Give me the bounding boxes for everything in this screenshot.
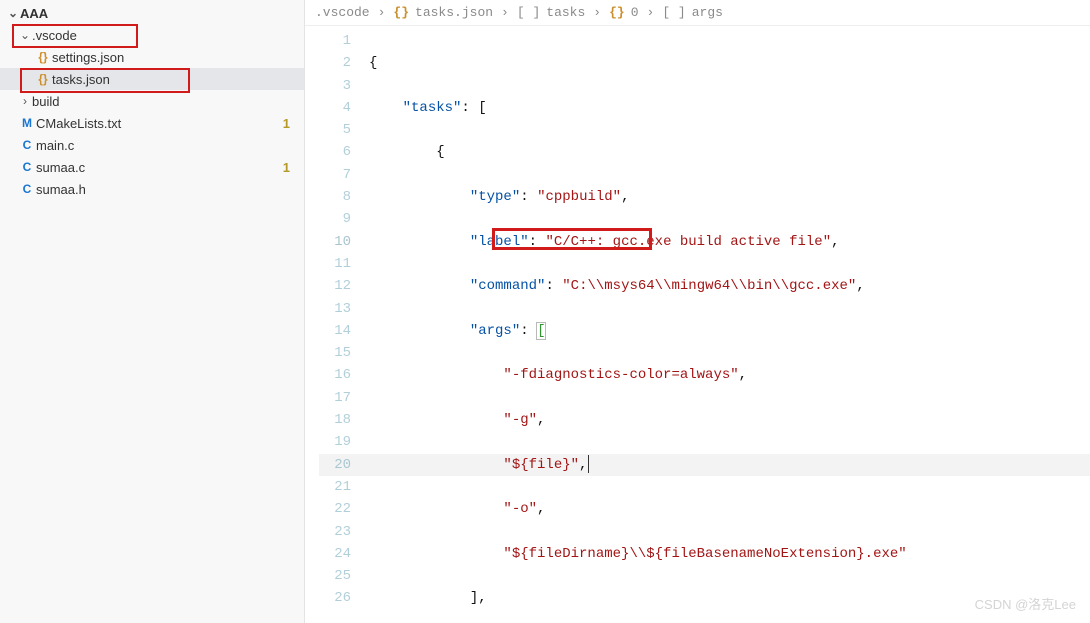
- problem-badge: 1: [283, 160, 290, 175]
- code-token: :: [520, 323, 537, 339]
- code-token: [: [537, 323, 545, 339]
- breadcrumb-item[interactable]: .vscode: [315, 5, 370, 20]
- chevron-right-icon: ›: [18, 94, 32, 108]
- tree-file-sumaa-h[interactable]: C sumaa.h: [0, 178, 304, 200]
- folder-label: .vscode: [32, 28, 77, 43]
- watermark: CSDN @洛克Lee: [975, 594, 1076, 613]
- c-file-icon: C: [18, 182, 36, 196]
- chevron-right-icon: [376, 5, 388, 20]
- array-icon: [ ]: [662, 5, 685, 20]
- code-token: "-fdiagnostics-color=always": [503, 367, 738, 383]
- code-token: ,: [739, 367, 747, 383]
- code-token: :: [520, 189, 537, 205]
- chevron-down-icon: ⌄: [18, 28, 32, 42]
- tree-file-tasks-json[interactable]: {} tasks.json: [0, 68, 304, 90]
- json-icon: {}: [34, 72, 52, 86]
- folder-name: AAA: [20, 6, 48, 21]
- code-token: "tasks": [403, 100, 462, 116]
- code-token: "-g": [503, 412, 537, 428]
- line-number-gutter: 1234 5678 91011 12131415 16171819 202122…: [305, 26, 369, 623]
- explorer-sidebar: ⌄ AAA ⌄ .vscode {} settings.json {} task…: [0, 0, 305, 623]
- code-token: "command": [470, 278, 546, 294]
- json-icon: {}: [393, 5, 409, 20]
- code-token: "${file}": [503, 457, 579, 473]
- code-token: ,: [537, 501, 545, 517]
- file-label: CMakeLists.txt: [36, 116, 121, 131]
- file-label: main.c: [36, 138, 74, 153]
- breadcrumb-item[interactable]: 0: [631, 5, 639, 20]
- tree-file-settings-json[interactable]: {} settings.json: [0, 46, 304, 68]
- code-token: "${fileDirname}\\${fileBasenameNoExtensi…: [503, 546, 906, 562]
- code-token: :: [545, 278, 562, 294]
- tree-file-main-c[interactable]: C main.c: [0, 134, 304, 156]
- problem-badge: 1: [283, 116, 290, 131]
- code-token: ,: [621, 189, 629, 205]
- code-content[interactable]: { "tasks": [ { "type": "cppbuild", "labe…: [369, 26, 1090, 623]
- breadcrumb-item[interactable]: args: [692, 5, 723, 20]
- folder-label: build: [32, 94, 59, 109]
- json-icon: {}: [34, 50, 52, 64]
- chevron-right-icon: [591, 5, 603, 20]
- code-token: "-o": [503, 501, 537, 517]
- code-token: "type": [470, 189, 520, 205]
- json-icon: {}: [609, 5, 625, 20]
- code-token: "cppbuild": [537, 189, 621, 205]
- code-token: {: [436, 144, 444, 160]
- code-token: ],: [470, 590, 487, 606]
- tree-folder-build[interactable]: › build: [0, 90, 304, 112]
- code-token: :: [529, 234, 546, 250]
- c-file-icon: C: [18, 160, 36, 174]
- code-token: "C/C++: gcc.exe build active file": [545, 234, 831, 250]
- chevron-down-icon: ⌄: [6, 6, 20, 20]
- editor-pane: .vscode {} tasks.json [ ] tasks {} 0 [ ]…: [305, 0, 1090, 623]
- chevron-right-icon: [645, 5, 657, 20]
- code-token: "label": [470, 234, 529, 250]
- file-label: settings.json: [52, 50, 124, 65]
- explorer-root[interactable]: ⌄ AAA: [0, 2, 304, 24]
- code-token: "C:\\msys64\\mingw64\\bin\\gcc.exe": [562, 278, 856, 294]
- code-area[interactable]: 1234 5678 91011 12131415 16171819 202122…: [305, 26, 1090, 623]
- tree-file-cmakelists[interactable]: M CMakeLists.txt 1: [0, 112, 304, 134]
- file-label: sumaa.h: [36, 182, 86, 197]
- chevron-right-icon: [499, 5, 511, 20]
- file-label: sumaa.c: [36, 160, 85, 175]
- breadcrumb[interactable]: .vscode {} tasks.json [ ] tasks {} 0 [ ]…: [305, 0, 1090, 26]
- c-file-icon: C: [18, 138, 36, 152]
- text-cursor: [588, 455, 589, 473]
- code-token: {: [369, 55, 377, 71]
- breadcrumb-item[interactable]: tasks.json: [415, 5, 493, 20]
- code-token: ,: [831, 234, 839, 250]
- code-token: ,: [537, 412, 545, 428]
- tree-file-sumaa-c[interactable]: C sumaa.c 1: [0, 156, 304, 178]
- tree-folder-vscode[interactable]: ⌄ .vscode: [0, 24, 304, 46]
- code-token: : [: [461, 100, 486, 116]
- array-icon: [ ]: [517, 5, 540, 20]
- cmake-icon: M: [18, 116, 36, 130]
- breadcrumb-item[interactable]: tasks: [546, 5, 585, 20]
- code-token: "args": [470, 323, 520, 339]
- code-token: ,: [856, 278, 864, 294]
- code-token: ,: [579, 457, 587, 473]
- file-label: tasks.json: [52, 72, 110, 87]
